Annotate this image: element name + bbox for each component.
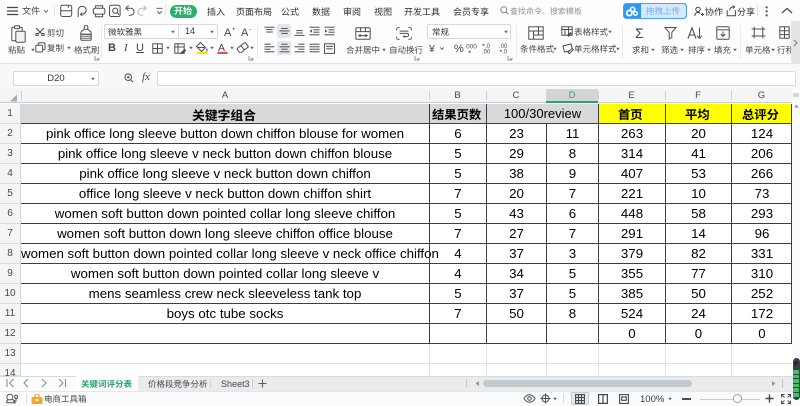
svg-text:.0: .0	[502, 50, 508, 55]
svg-text:.00: .00	[482, 50, 491, 55]
svg-text:000: 000	[466, 44, 477, 51]
svg-text:-: -	[249, 27, 251, 33]
svg-text:A: A	[241, 27, 249, 37]
svg-text:Σ: Σ	[635, 26, 644, 40]
svg-text:+: +	[232, 27, 236, 33]
svg-text:A: A	[224, 27, 232, 37]
